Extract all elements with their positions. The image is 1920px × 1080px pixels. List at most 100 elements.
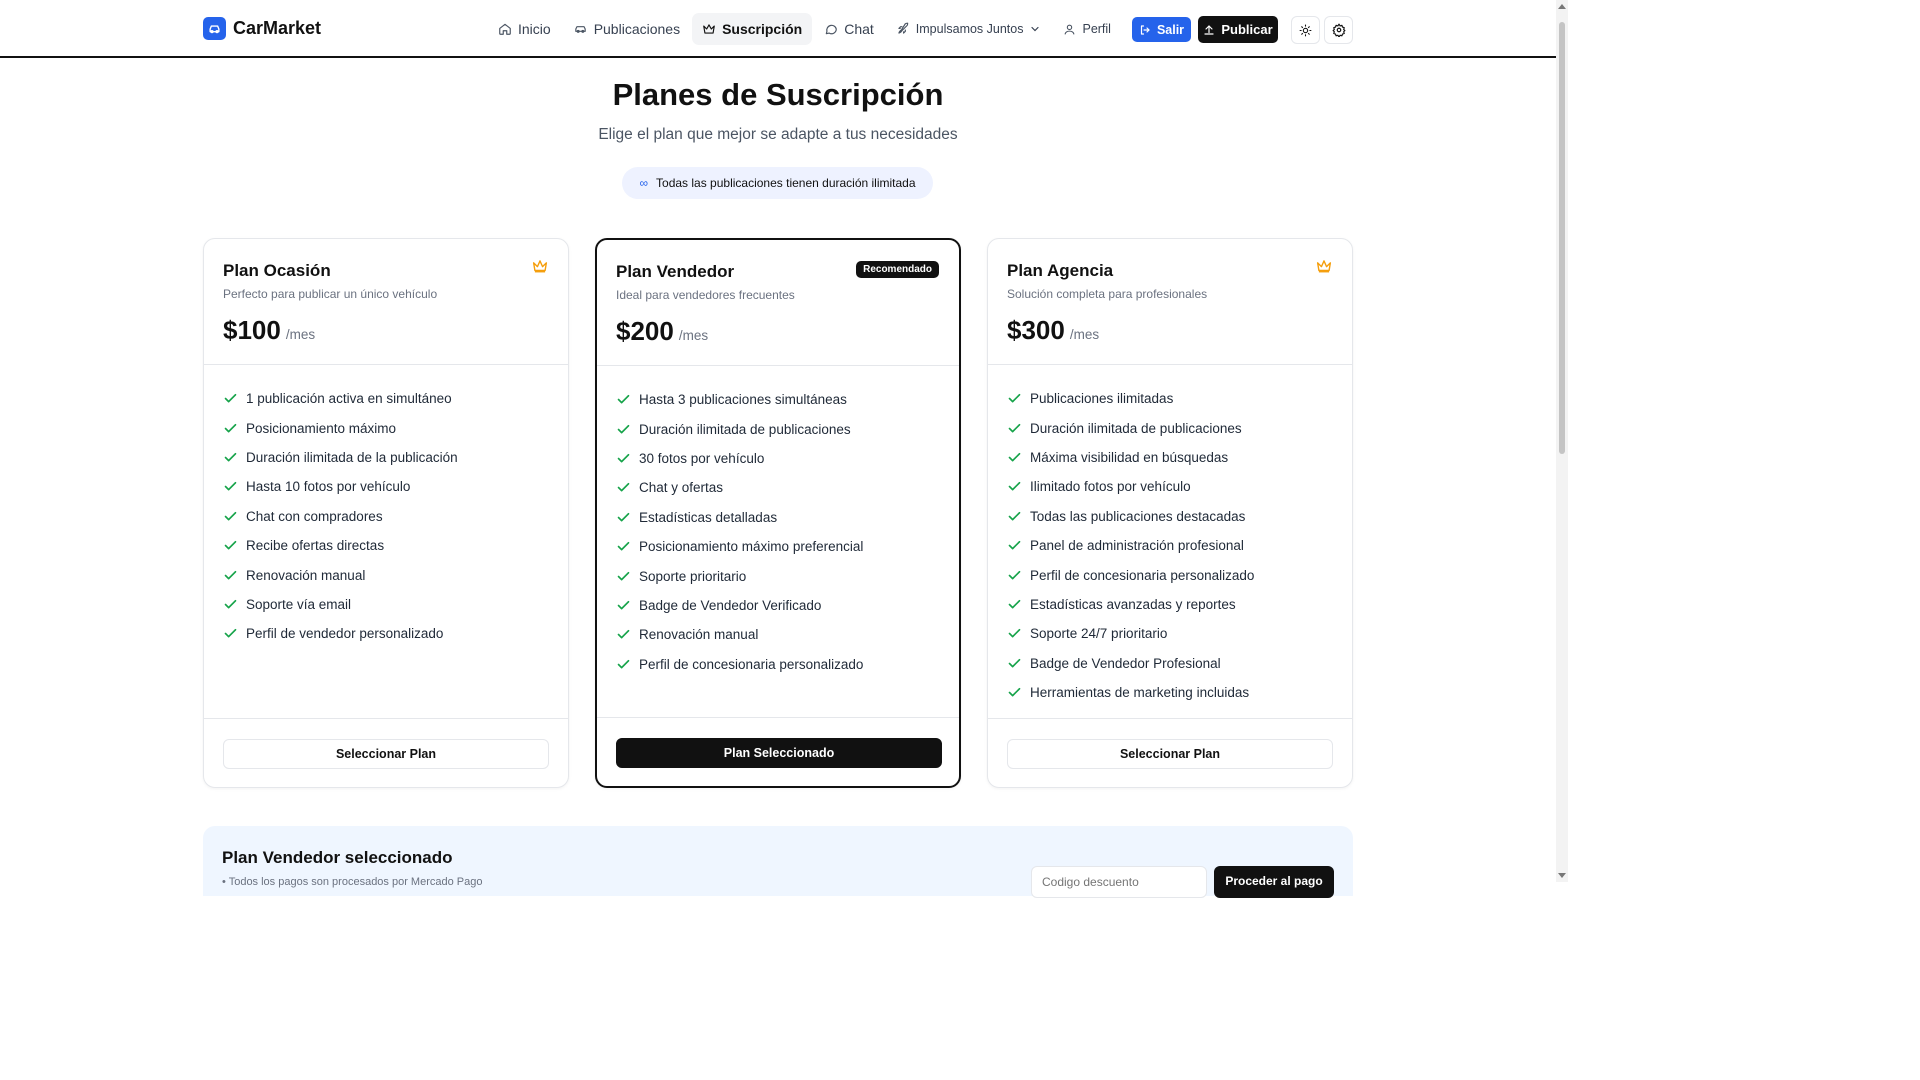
proceed-to-payment-button[interactable]: Proceder al pago [1214,866,1334,898]
feature-text: Publicaciones ilimitadas [1030,391,1174,407]
feature-text: Perfil de vendedor personalizado [246,626,444,642]
feature-text: Recibe ofertas directas [246,538,385,554]
feature-text: Chat y ofertas [639,480,724,496]
check-icon [224,599,237,609]
select-plan-button[interactable]: Seleccionar Plan [1007,739,1333,769]
infinity-icon: ∞ [639,176,649,190]
nav-label: Chat [844,21,874,37]
plan-price: $100 /mes [223,315,315,346]
check-icon [617,630,630,639]
check-icon [617,542,630,551]
user-icon [1065,24,1075,34]
check-icon [1008,658,1021,668]
feature-item: Renovación manual [616,620,863,649]
feature-item: Badge de Vendedor Profesional [1007,649,1254,678]
plan-card-footer: Seleccionar Plan [988,718,1352,769]
plan-card-header: Plan Ocasión Perfecto para publicar un ú… [204,239,568,365]
feature-item: Soporte prioritario [616,561,863,590]
feature-item: Hasta 10 fotos por vehículo [223,472,458,501]
scroll-down-arrow-icon[interactable] [1558,873,1566,878]
feature-item: Estadísticas detalladas [616,503,863,532]
feature-item: 30 fotos por vehículo [616,444,863,473]
car-logo-icon [203,17,226,40]
plan-card-vendedor[interactable]: Plan Vendedor Ideal para vendedores frec… [595,238,961,788]
nav-item-suscripcion[interactable]: Suscripción [692,13,813,45]
plan-card-header: Plan Vendedor Ideal para vendedores frec… [597,240,959,366]
plan-name: Plan Ocasión [223,261,331,280]
publish-button[interactable]: Publicar [1198,16,1278,43]
discount-code-input[interactable] [1031,866,1207,898]
page-title: Planes de Suscripción [612,77,944,112]
info-pill: ∞ Todas las publicaciones tienen duració… [622,167,933,199]
check-icon [617,453,630,463]
feature-item: Todas las publicaciones destacadas [1007,502,1254,531]
plan-price: $200 /mes [616,316,708,347]
feature-item: Máxima visibilidad en búsquedas [1007,443,1254,472]
nav-item-inicio[interactable]: Inicio [488,13,561,45]
feature-text: Soporte 24/7 prioritario [1030,626,1168,642]
price-period: /mes [678,328,709,343]
feature-item: Renovación manual [223,560,458,589]
nav-label: Inicio [518,21,551,37]
check-icon [1008,688,1021,697]
logout-button[interactable]: Salir [1132,17,1191,42]
feature-item: Duración ilimitada de publicaciones [616,414,863,443]
feature-text: Estadísticas detalladas [639,509,778,525]
crown-icon [1316,260,1332,273]
feature-text: Herramientas de marketing incluidas [1030,685,1250,701]
feature-text: Estadísticas avanzadas y reportes [1030,596,1236,612]
gear-icon [1332,23,1345,37]
feature-text: Badge de Vendedor Profesional [1030,655,1221,671]
check-icon [1008,599,1021,609]
price-period: /mes [1069,327,1100,342]
check-icon [224,629,237,638]
nav-label: Suscripción [722,21,803,37]
plan-card-ocasion[interactable]: Plan Ocasión Perfecto para publicar un ú… [203,238,569,788]
feature-text: 1 publicación activa en simultáneo [246,391,452,407]
feature-item: Posicionamiento máximo preferencial [616,532,863,561]
check-icon [617,600,630,610]
feature-text: 30 fotos por vehículo [639,450,765,466]
plan-description: Ideal para vendedores frecuentes [616,288,795,302]
main-nav: Inicio Publicaciones Suscripción Chat Im… [488,13,1121,45]
rocket-icon [898,22,909,34]
settings-button[interactable] [1324,16,1353,44]
select-plan-button[interactable]: Seleccionar Plan [223,739,549,769]
chevron-down-icon [1031,26,1040,32]
plan-card-footer: Plan Seleccionado [597,717,959,768]
brand[interactable]: CarMarket [203,17,321,40]
recommended-badge: Recomendado [856,261,939,278]
scroll-thumb[interactable] [1559,22,1565,454]
price-amount: $300 [1007,315,1065,345]
page-scrollbar[interactable] [1556,0,1568,882]
theme-toggle-button[interactable] [1291,16,1320,44]
check-icon [1008,629,1021,638]
plan-card-agencia[interactable]: Plan Agencia Solución completa para prof… [987,238,1353,788]
feature-item: Perfil de concesionaria personalizado [1007,560,1254,589]
check-icon [1008,541,1021,550]
nav-item-impulsamos-juntos[interactable]: Impulsamos Juntos [886,13,1052,45]
check-icon [224,452,237,462]
check-icon [1008,482,1021,491]
feature-item: Ilimitado fotos por vehículo [1007,472,1254,501]
feature-list: Hasta 3 publicaciones simultáneas Duració… [616,385,863,679]
check-icon [617,659,630,669]
check-icon [224,511,237,521]
plan-card-footer: Seleccionar Plan [204,718,568,769]
nav-item-chat[interactable]: Chat [814,13,884,45]
check-icon [1008,452,1021,462]
nav-label: Impulsamos Juntos [915,22,1024,36]
feature-item: Publicaciones ilimitadas [1007,384,1254,413]
feature-list: Publicaciones ilimitadas Duración ilimita… [1007,384,1254,707]
scroll-up-arrow-icon[interactable] [1558,4,1566,9]
nav-item-publicaciones[interactable]: Publicaciones [563,13,690,45]
selected-plan-button[interactable]: Plan Seleccionado [616,738,942,768]
check-icon [1008,570,1021,579]
brand-name: CarMarket [233,18,322,38]
feature-text: Todas las publicaciones destacadas [1030,508,1246,524]
feature-text: Chat con compradores [246,508,383,524]
feature-item: Posicionamiento máximo [223,413,458,442]
feature-item: Estadísticas avanzadas y reportes [1007,590,1254,619]
nav-item-perfil[interactable]: Perfil [1053,13,1120,45]
feature-item: Panel de administración profesional [1007,531,1254,560]
